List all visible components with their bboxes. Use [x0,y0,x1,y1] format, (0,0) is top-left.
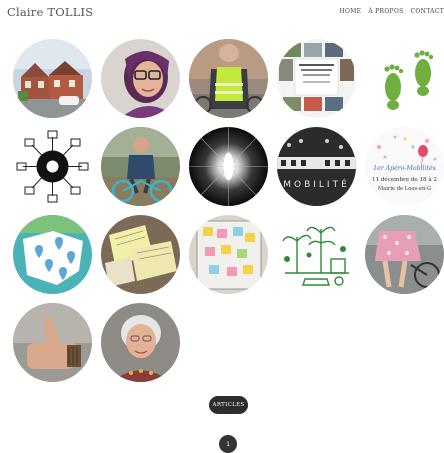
post-thumb-map-pins[interactable] [13,215,92,294]
post-grid: MOBILITÉ 1er Apéro-Mobilités 11 décembre… [0,0,444,400]
post-thumb-safety-vest[interactable] [189,39,268,118]
apero-title-text: 1er Apéro-Mobilités [373,165,436,172]
articles-button[interactable]: ARTICLES [209,396,248,414]
mobilite-banner-text: MOBILITÉ [283,178,350,190]
pagination-current-page[interactable]: 1 [219,435,237,453]
post-thumb-papers-table[interactable] [101,215,180,294]
post-thumb-elderly-woman[interactable] [101,303,180,382]
post-thumb-event-poster[interactable] [277,39,356,118]
post-thumb-apero-mobilites[interactable]: 1er Apéro-Mobilités 11 décembre de 18 à … [365,127,444,206]
post-thumb-cyclist-dress[interactable] [365,215,444,294]
post-thumb-sticky-notes[interactable] [189,215,268,294]
apero-place-text: Mairie de Loos-en-G [378,186,431,192]
post-thumb-man-bicycle[interactable] [101,127,180,206]
post-thumb-brick-houses[interactable] [13,39,92,118]
apero-date-text: 11 décembre de 18 à 2 [372,176,438,183]
post-thumb-woman-glasses[interactable] [101,39,180,118]
post-thumb-thumbs-up[interactable] [13,303,92,382]
post-thumb-green-footprints[interactable] [365,39,444,118]
post-thumb-light-burst[interactable] [189,127,268,206]
post-thumb-mobilite-banner[interactable]: MOBILITÉ [277,127,356,206]
post-thumb-mobility-icons[interactable] [13,127,92,206]
post-thumb-green-city[interactable] [277,215,356,294]
